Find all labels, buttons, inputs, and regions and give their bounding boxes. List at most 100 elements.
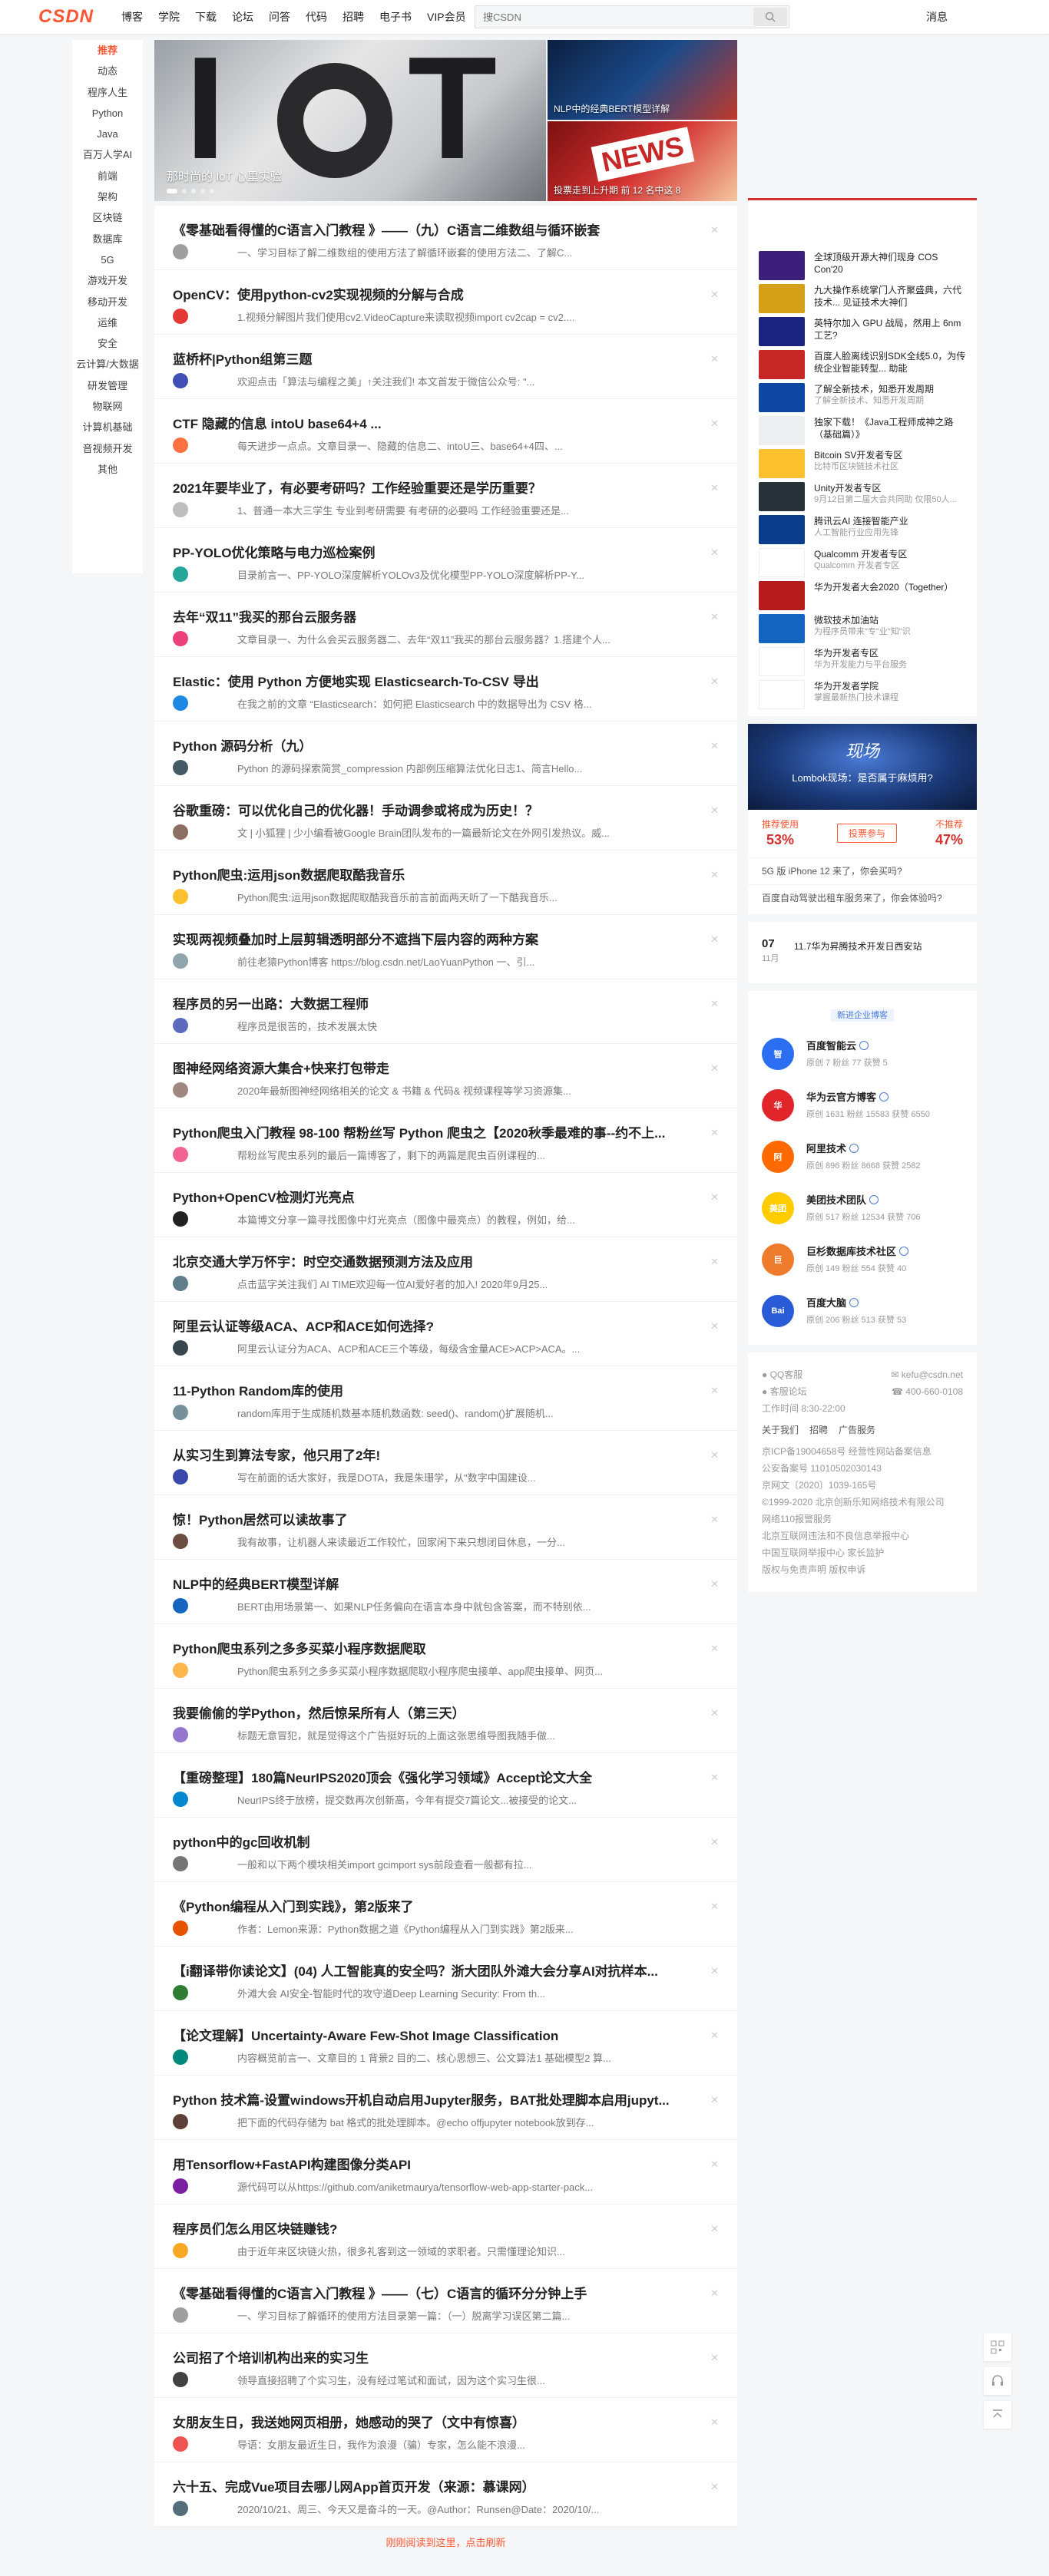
close-icon[interactable]: ✕ bbox=[710, 1127, 719, 1139]
vote-button[interactable]: 投票参与 bbox=[836, 823, 897, 843]
back-to-top-button[interactable] bbox=[984, 2401, 1011, 2429]
sidebar-ad[interactable]: 独家下载！《Java工程师成神之路（基础篇）》 bbox=[748, 413, 977, 446]
search-button[interactable] bbox=[753, 8, 787, 26]
author-avatar[interactable] bbox=[173, 1018, 188, 1033]
close-icon[interactable]: ✕ bbox=[710, 1256, 719, 1268]
close-icon[interactable]: ✕ bbox=[710, 224, 719, 236]
article-item[interactable]: Python爬虫:运用json数据爬取酷我音乐 Python爬虫:运用json数据… bbox=[154, 850, 737, 915]
close-icon[interactable]: ✕ bbox=[710, 869, 719, 881]
author-avatar[interactable] bbox=[173, 2178, 188, 2194]
close-icon[interactable]: ✕ bbox=[710, 482, 719, 494]
author-avatar[interactable] bbox=[173, 1792, 188, 1807]
article-title[interactable]: 11-Python Random库的使用 bbox=[173, 1383, 703, 1400]
article-item[interactable]: Python爬虫系列之多多买菜小程序数据爬取 Python爬虫系列之多多买菜小程序… bbox=[154, 1624, 737, 1689]
sidebar-ad[interactable]: Unity开发者专区 9月12日第二届大会共同助 仅限50人... bbox=[748, 479, 977, 512]
sidebar-ad[interactable]: 百度人脸离线识别SDK全线5.0，为传统企业智能转型... 助能 bbox=[748, 347, 977, 380]
article-item[interactable]: 《Python编程从入门到实践》，第2版来了 作者：Lemon来源：Python数… bbox=[154, 1882, 737, 1947]
article-item[interactable]: 六十五、完成Vue项目去哪儿网App首页开发（来源：慕课网） 2020/10/21… bbox=[154, 2462, 737, 2527]
qq-service-link[interactable]: ● QQ客服 bbox=[762, 1366, 802, 1383]
sidebar-category[interactable]: 游戏开发 bbox=[72, 270, 143, 291]
sidebar-category[interactable]: 研发管理 bbox=[72, 375, 143, 396]
article-item[interactable]: 图神经网络资源大集合+快来打包带走 2020年最新图神经网络相关的论文 & 书籍 … bbox=[154, 1044, 737, 1108]
nav-item[interactable]: 电子书 bbox=[372, 0, 419, 34]
enterprise-blog[interactable]: 美团 美团技术团队 原创 517 粉丝 12534 获赞 706 bbox=[748, 1181, 977, 1233]
sidebar-ad[interactable]: Bitcoin SV开发者专区 比特币区块链技术社区 bbox=[748, 446, 977, 479]
live-event[interactable]: 07 11月 11.7华为昇腾技术开发日西安站 bbox=[748, 922, 977, 983]
article-item[interactable]: Python 源码分析（九） Python 的源码探索简赏_compression… bbox=[154, 722, 737, 786]
qr-button[interactable] bbox=[984, 2333, 1011, 2361]
article-item[interactable]: Python 技术篇-设置windows开机自动启用Jupyter服务，BAT批… bbox=[154, 2076, 737, 2140]
close-icon[interactable]: ✕ bbox=[710, 2481, 719, 2493]
close-icon[interactable]: ✕ bbox=[710, 1449, 719, 1461]
footer-legal-line[interactable]: 版权与免责声明 版权申诉 bbox=[762, 1561, 963, 1578]
footer-legal-line[interactable]: 北京互联网违法和不良信息举报中心 bbox=[762, 1527, 963, 1544]
author-avatar[interactable] bbox=[173, 2372, 188, 2387]
article-item[interactable]: 女朋友生日，我送她网页相册，她感动的哭了（文中有惊喜） 导语：女朋友最近生日，我作… bbox=[154, 2398, 737, 2462]
close-icon[interactable]: ✕ bbox=[710, 998, 719, 1010]
close-icon[interactable]: ✕ bbox=[710, 740, 719, 752]
sidebar-category[interactable]: 移动开发 bbox=[72, 292, 143, 312]
author-avatar[interactable] bbox=[173, 953, 188, 969]
article-item[interactable]: 实现两视频叠加时上层剪辑透明部分不遮挡下层内容的两种方案 前往老猿Python博客… bbox=[154, 915, 737, 979]
nav-item[interactable]: 下载 bbox=[187, 0, 224, 34]
vote-question-2[interactable]: 百度自动驾驶出租车服务来了，你会体验吗? bbox=[748, 884, 977, 911]
article-item[interactable]: Python爬虫入门教程 98-100 帮粉丝写 Python 爬虫之【2020… bbox=[154, 1108, 737, 1173]
article-title[interactable]: Python爬虫系列之多多买菜小程序数据爬取 bbox=[173, 1641, 703, 1658]
article-title[interactable]: 谷歌重磅：可以优化自己的优化器！手动调参或将成为历史！？ bbox=[173, 803, 703, 820]
banner-carousel[interactable]: I T 那时尚的 IoT 心里实验 bbox=[154, 40, 546, 201]
article-title[interactable]: 惊！Python居然可以读故事了 bbox=[173, 1512, 703, 1529]
sidebar-category[interactable]: 程序人生 bbox=[72, 82, 143, 103]
close-icon[interactable]: ✕ bbox=[710, 289, 719, 301]
sidebar-ad[interactable]: 微软技术加油站 为程序员带来"专"业"知"识 bbox=[748, 611, 977, 644]
sidebar-ad[interactable]: 华为开发者专区 华为开发能力与平台服务 bbox=[748, 644, 977, 677]
article-title[interactable]: 去年“双11”我买的那台云服务器 bbox=[173, 609, 703, 626]
enterprise-blog[interactable]: 智百度智能云 原创 7 粉丝 77 获赞 5 bbox=[748, 1027, 977, 1078]
support-button[interactable] bbox=[984, 2367, 1011, 2395]
sidebar-category[interactable]: 音视频开发 bbox=[72, 438, 143, 459]
close-icon[interactable]: ✕ bbox=[710, 418, 719, 430]
author-avatar[interactable] bbox=[173, 566, 188, 582]
sidebar-ad[interactable]: 全球顶级开源大神们现身 COS Con'20 bbox=[748, 248, 977, 281]
footer-legal-line[interactable]: 京网文〔2020〕1039-165号 bbox=[762, 1477, 963, 1494]
sidebar-category[interactable]: 云计算/大数据 bbox=[72, 354, 143, 375]
close-icon[interactable]: ✕ bbox=[710, 675, 719, 688]
footer-legal-line[interactable]: 网络110报警服务 bbox=[762, 1511, 963, 1527]
article-title[interactable]: python中的gc回收机制 bbox=[173, 1835, 703, 1851]
article-title[interactable]: 【i翻译带你读论文】(04) 人工智能真的安全吗？浙大团队外滩大会分享AI对抗样… bbox=[173, 1963, 703, 1980]
author-avatar[interactable] bbox=[173, 1340, 188, 1356]
author-avatar[interactable] bbox=[173, 2049, 188, 2065]
footer-legal-line[interactable]: ©1999-2020 北京创新乐知网络技术有限公司 bbox=[762, 1494, 963, 1511]
article-item[interactable]: NLP中的经典BERT模型详解 BERT由用场景第一、如果NLP任务偏向在语言本身… bbox=[154, 1560, 737, 1624]
author-avatar[interactable] bbox=[173, 760, 188, 775]
article-item[interactable]: CTF 隐藏的信息 intoU base64+4 ... 每天进步一点点。文章目录… bbox=[154, 399, 737, 464]
article-item[interactable]: 从实习生到算法专家，他只用了2年! 写在前面的话大家好，我是DOTA，我是朱珊学，… bbox=[154, 1431, 737, 1495]
author-avatar[interactable] bbox=[173, 824, 188, 840]
enterprise-blog[interactable]: Bai 百度大脑 原创 206 粉丝 513 获赞 53 bbox=[748, 1284, 977, 1336]
close-icon[interactable]: ✕ bbox=[710, 2287, 719, 2300]
carousel-dots[interactable] bbox=[167, 189, 214, 193]
article-item[interactable]: 阿里云认证等级ACA、ACP和ACE如何选择? 阿里云认证分为ACA、ACP和AC… bbox=[154, 1302, 737, 1366]
article-item[interactable]: 【i翻译带你读论文】(04) 人工智能真的安全吗？浙大团队外滩大会分享AI对抗样… bbox=[154, 1947, 737, 2011]
article-title[interactable]: 【论文理解】Uncertainty-Aware Few-Shot Image C… bbox=[173, 2028, 703, 2045]
close-icon[interactable]: ✕ bbox=[710, 2094, 719, 2106]
author-avatar[interactable] bbox=[173, 695, 188, 711]
close-icon[interactable]: ✕ bbox=[710, 1965, 719, 1977]
article-item[interactable]: 去年“双11”我买的那台云服务器 文章目录一、为什么会买云服务器二、去年“双11”… bbox=[154, 593, 737, 657]
author-avatar[interactable] bbox=[173, 1147, 188, 1162]
enterprise-blog[interactable]: 阿 阿里技术 原创 896 粉丝 8668 获赞 2582 bbox=[748, 1130, 977, 1181]
footer-link[interactable]: 招聘 bbox=[809, 1425, 828, 1435]
close-icon[interactable]: ✕ bbox=[710, 2029, 719, 2042]
author-avatar[interactable] bbox=[173, 2243, 188, 2258]
close-icon[interactable]: ✕ bbox=[710, 1320, 719, 1333]
author-avatar[interactable] bbox=[173, 1211, 188, 1227]
email-link[interactable]: ✉ kefu@csdn.net bbox=[891, 1366, 963, 1383]
author-avatar[interactable] bbox=[173, 1920, 188, 1936]
article-title[interactable]: 六十五、完成Vue项目去哪儿网App首页开发（来源：慕课网） bbox=[173, 2479, 703, 2496]
vote-banner[interactable]: 现场 Lombok现场：是否属于麻烦用? bbox=[748, 724, 977, 810]
sidebar-ad[interactable]: 腾讯云AI 连接智能产业 人工智能行业应用先锋 bbox=[748, 512, 977, 545]
nav-item[interactable]: 论坛 bbox=[224, 0, 261, 34]
author-avatar[interactable] bbox=[173, 1534, 188, 1549]
close-icon[interactable]: ✕ bbox=[710, 2223, 719, 2235]
sidebar-category[interactable]: 架构 bbox=[72, 187, 143, 207]
article-title[interactable]: 公司招了个培训机构出来的实习生 bbox=[173, 2350, 703, 2367]
